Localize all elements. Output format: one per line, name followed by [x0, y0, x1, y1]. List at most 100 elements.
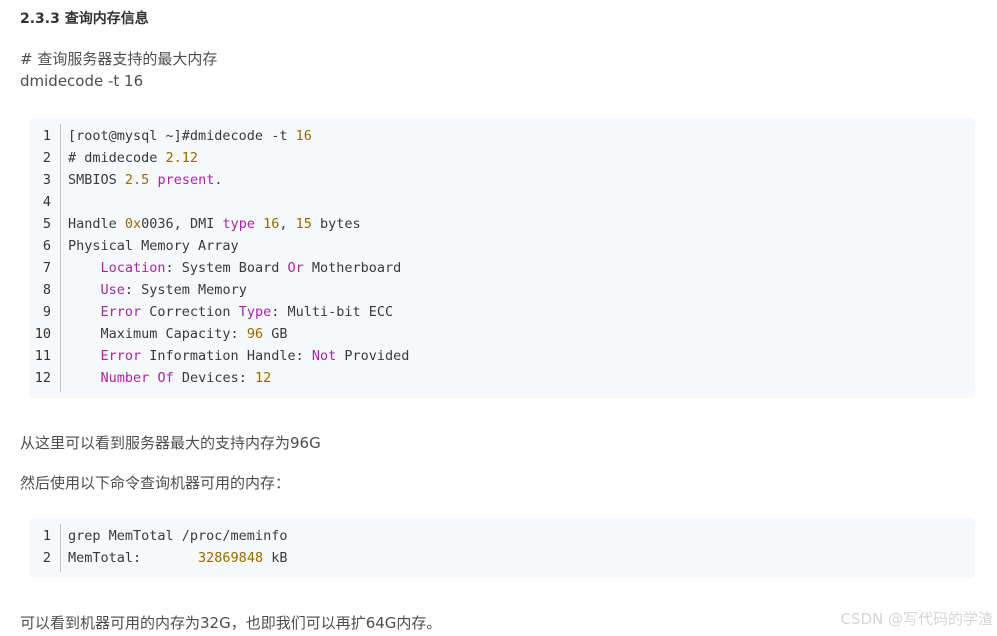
- paragraph-next-step: 然后使用以下命令查询机器可用的内存：: [20, 474, 291, 492]
- code-line: 12 Number Of Devices: 12: [29, 367, 975, 389]
- code-token: Error: [100, 304, 142, 320]
- code-token: [root@mysql ~]#dmidecode -t: [68, 128, 296, 144]
- code-line: 7 Location: System Board Or Motherboard: [29, 257, 975, 279]
- code-lines: 1 [root@mysql ~]#dmidecode -t 16 2 # dmidec…: [29, 125, 975, 389]
- code-token: Handle: [68, 216, 125, 232]
- code-token: MemTotal:: [68, 550, 199, 566]
- code-token: type: [222, 216, 255, 232]
- intro-comment: # 查询服务器支持的最大内存: [20, 50, 218, 68]
- code-text: Handle 0x0036, DMI type 16, 15 bytes: [68, 213, 361, 235]
- code-text: Error Correction Type: Multi-bit ECC: [68, 301, 394, 323]
- code-block-1[interactable]: 1 [root@mysql ~]#dmidecode -t 16 2 # dmidec…: [29, 118, 975, 398]
- code-token: Motherboard: [303, 260, 402, 276]
- code-text: [root@mysql ~]#dmidecode -t 16: [68, 125, 312, 147]
- line-number: 6: [42, 238, 51, 254]
- line-number: 2: [42, 150, 51, 166]
- intro-command: dmidecode -t 16: [20, 72, 144, 90]
- code-token: 2.12: [165, 150, 199, 166]
- code-token: Correction: [141, 304, 239, 320]
- code-token: GB: [263, 326, 288, 342]
- code-token: 15: [295, 216, 312, 232]
- code-text: Use: System Memory: [68, 279, 247, 301]
- line-number: 1: [42, 528, 51, 544]
- code-token: bytes: [311, 216, 361, 232]
- section-heading: 2.3.3 查询内存信息: [20, 11, 149, 27]
- code-text: Maximum Capacity: 96 GB: [68, 323, 288, 345]
- line-number: 3: [42, 172, 51, 188]
- line-number: 10: [34, 326, 51, 342]
- code-token: SMBIOS: [68, 172, 125, 188]
- code-token: Physical Memory Array: [68, 238, 239, 254]
- code-token: 16: [295, 128, 312, 144]
- code-text: Physical Memory Array: [68, 235, 239, 257]
- code-token: Not: [311, 348, 337, 364]
- code-text: grep MemTotal /proc/meminfo: [68, 525, 287, 547]
- code-line: 5 Handle 0x0036, DMI type 16, 15 bytes: [29, 213, 975, 235]
- paragraph-max-memory: 从这里可以看到服务器最大的支持内存为96G: [20, 434, 321, 452]
- code-token: 0x: [124, 216, 142, 232]
- code-token: .: [214, 172, 223, 188]
- code-text: MemTotal: 32869848 kB: [68, 547, 287, 569]
- code-token: Or: [287, 260, 304, 276]
- csdn-watermark: CSDN @写代码的学渣: [840, 610, 993, 628]
- code-text: Number Of Devices: 12: [68, 367, 272, 389]
- code-line: 11 Error Information Handle: Not Provide…: [29, 345, 975, 367]
- code-text: # dmidecode 2.12: [68, 147, 198, 169]
- line-number: 2: [42, 550, 51, 566]
- code-token: grep MemTotal /proc/meminfo: [68, 528, 288, 544]
- code-token: Of: [157, 370, 174, 386]
- code-token: 16: [263, 216, 280, 232]
- code-token: present: [157, 172, 215, 188]
- line-number: 7: [42, 260, 51, 276]
- code-token: Use: [100, 282, 125, 298]
- code-text: Error Information Handle: Not Provided: [68, 345, 410, 367]
- code-token: Provided: [336, 348, 410, 364]
- line-number: 8: [42, 282, 51, 298]
- code-token: # dmidecode: [68, 150, 166, 166]
- code-text: Location: System Board Or Motherboard: [68, 257, 402, 279]
- code-line: 1 grep MemTotal /proc/meminfo: [29, 525, 975, 547]
- code-token: 96: [246, 326, 264, 342]
- code-token: 12: [254, 370, 272, 386]
- code-token: 0036, DMI: [141, 216, 223, 232]
- code-line: 2 MemTotal: 32869848 kB: [29, 547, 975, 569]
- code-token: Type: [238, 304, 272, 320]
- paragraph-conclusion: 可以看到机器可用的内存为32G，也即我们可以再扩64G内存。: [20, 614, 442, 632]
- code-token: Location: [100, 260, 166, 276]
- line-number: 5: [42, 216, 51, 232]
- code-token: kB: [263, 550, 288, 566]
- code-line: 6 Physical Memory Array: [29, 235, 975, 257]
- code-token: ,: [279, 216, 296, 232]
- code-token: 32869848: [198, 550, 264, 566]
- code-token: Information Handle:: [141, 348, 312, 364]
- code-token: Maximum Capacity:: [68, 326, 247, 342]
- line-number: 11: [34, 348, 51, 364]
- code-token: : Multi-bit ECC: [271, 304, 394, 320]
- code-line: 3 SMBIOS 2.5 present.: [29, 169, 975, 191]
- code-line: 4: [29, 191, 975, 213]
- code-line: 10 Maximum Capacity: 96 GB: [29, 323, 975, 345]
- line-number: 1: [42, 128, 51, 144]
- code-line: 8 Use: System Memory: [29, 279, 975, 301]
- code-token: 2.5: [124, 172, 150, 188]
- code-token: Error: [100, 348, 142, 364]
- line-number: 9: [42, 304, 51, 320]
- code-lines: 1 grep MemTotal /proc/meminfo 2 MemTotal: 3…: [29, 525, 975, 569]
- code-line: 1 [root@mysql ~]#dmidecode -t 16: [29, 125, 975, 147]
- code-token: Devices:: [173, 370, 255, 386]
- code-token: : System Board: [165, 260, 288, 276]
- code-line: 2 # dmidecode 2.12: [29, 147, 975, 169]
- line-number: 12: [34, 370, 51, 386]
- code-block-2[interactable]: 1 grep MemTotal /proc/meminfo 2 MemTotal: 3…: [29, 518, 975, 578]
- code-token: Number: [100, 370, 150, 386]
- line-number: 4: [42, 194, 51, 210]
- code-text: SMBIOS 2.5 present.: [68, 169, 222, 191]
- code-line: 9 Error Correction Type: Multi-bit ECC: [29, 301, 975, 323]
- code-token: : System Memory: [124, 282, 247, 298]
